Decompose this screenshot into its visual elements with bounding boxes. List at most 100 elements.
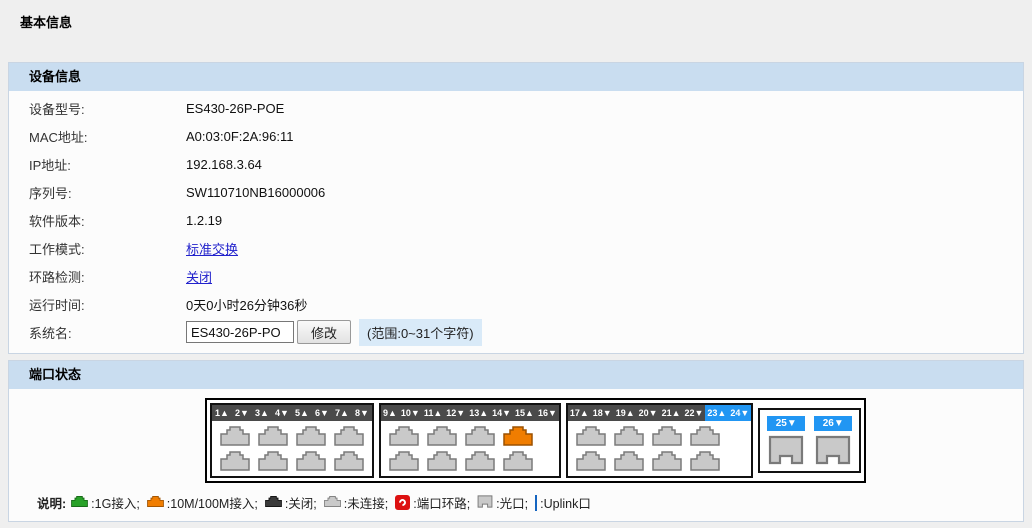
uptime-label: 运行时间: <box>29 295 186 314</box>
port-24-icon[interactable] <box>690 451 720 471</box>
serial-number-value: SW110710NB16000006 <box>186 185 325 200</box>
port-block-2: 9▲10▼11▲12▼13▲14▼15▲16▼ <box>379 403 561 478</box>
modify-button[interactable]: 修改 <box>297 320 351 344</box>
port-number-label-19: 19▲ <box>614 405 637 421</box>
serial-number-label: 序列号: <box>29 183 186 202</box>
port-loop-icon <box>395 495 410 510</box>
port-block-3: 17▲18▼19▲20▼21▲22▼23▲24▼ <box>566 403 753 478</box>
port-12-icon[interactable] <box>427 451 457 471</box>
loop-detect-link[interactable]: 关闭 <box>186 267 212 286</box>
row-system-name: 系统名: 修改 (范围:0~31个字符) <box>9 318 1023 346</box>
port-7-icon[interactable] <box>334 426 364 446</box>
legend-item-label: :端口环路; <box>413 493 470 512</box>
row-ip-address: IP地址: 192.168.3.64 <box>9 150 1023 178</box>
software-version-value: 1.2.19 <box>186 213 222 228</box>
row-serial-number: 序列号: SW110710NB16000006 <box>9 178 1023 206</box>
device-info-table: 设备型号: ES430-26P-POE MAC地址: A0:03:0F:2A:9… <box>9 91 1023 353</box>
port-number-label-2: 2▼ <box>232 405 252 421</box>
port-19-icon[interactable] <box>614 426 644 446</box>
port-25-icon[interactable] <box>768 435 804 465</box>
device-info-header: 设备信息 <box>9 63 1023 91</box>
legend-item: :光口; <box>477 493 528 512</box>
port-10-icon[interactable] <box>389 451 419 471</box>
port-4-icon[interactable] <box>258 451 288 471</box>
port-20-icon[interactable] <box>614 451 644 471</box>
optical-port-icon <box>477 495 493 511</box>
port-number-label-12: 12▼ <box>444 405 467 421</box>
port-number-label-7: 7▲ <box>332 405 352 421</box>
port-number-label-21: 21▲ <box>660 405 683 421</box>
row-software-version: 软件版本: 1.2.19 <box>9 206 1023 234</box>
port-legend: 说明: :1G接入;:10M/100M接入;:关闭;:未连接;:端口环路;:光口… <box>37 493 1023 521</box>
port-status-header: 端口状态 <box>9 361 1023 389</box>
port-number-label-23: 23▲ <box>705 405 728 421</box>
port-21-icon[interactable] <box>652 426 682 446</box>
port-16-icon[interactable] <box>503 451 533 471</box>
port-14-icon[interactable] <box>465 451 495 471</box>
loop-detect-label: 环路检测: <box>29 267 186 286</box>
system-name-range-hint: (范围:0~31个字符) <box>359 319 482 346</box>
port-number-label-26: 26▼ <box>814 416 852 431</box>
port-grid <box>381 421 559 476</box>
legend-item-label: :1G接入; <box>91 493 140 512</box>
work-mode-link[interactable]: 标准交换 <box>186 239 238 258</box>
legend-item: :10M/100M接入; <box>147 493 258 512</box>
port-22-icon[interactable] <box>652 451 682 471</box>
legend-item: :端口环路; <box>395 493 470 512</box>
port-number-label-16: 16▼ <box>536 405 559 421</box>
port-15-icon[interactable] <box>503 426 533 446</box>
port-number-label-11: 11▲ <box>422 405 444 421</box>
port-11-icon[interactable] <box>427 426 457 446</box>
ip-address-value: 192.168.3.64 <box>186 157 262 172</box>
port-number-label-1: 1▲ <box>212 405 232 421</box>
mac-address-label: MAC地址: <box>29 127 186 146</box>
software-version-label: 软件版本: <box>29 211 186 230</box>
device-model-label: 设备型号: <box>29 99 186 118</box>
port-number-label-8: 8▼ <box>352 405 372 421</box>
legend-prefix: 说明: <box>37 493 66 512</box>
row-device-model: 设备型号: ES430-26P-POE <box>9 94 1023 122</box>
port-1-icon[interactable] <box>220 426 250 446</box>
legend-item-label: :10M/100M接入; <box>167 493 258 512</box>
port-row-bottom <box>576 451 743 471</box>
port-number-label-14: 14▼ <box>490 405 513 421</box>
port-number-label-13: 13▲ <box>467 405 490 421</box>
port-row-bottom <box>220 451 364 471</box>
port-number-label-4: 4▼ <box>272 405 292 421</box>
port-13-icon[interactable] <box>465 426 495 446</box>
port-2-icon[interactable] <box>220 451 250 471</box>
port-number-label-15: 15▲ <box>513 405 536 421</box>
legend-item: :关闭; <box>265 493 317 512</box>
system-name-input[interactable] <box>186 321 294 343</box>
port-grid <box>568 421 751 476</box>
rj45-port-1g-icon <box>71 495 88 511</box>
port-status-section: 端口状态 1▲2▼3▲4▼5▲6▼7▲8▼9▲10▼11▲12▼13▲14▼15… <box>8 360 1024 522</box>
page-title: 基本信息 <box>0 0 1032 38</box>
port-23-icon[interactable] <box>690 426 720 446</box>
port-number-label-22: 22▼ <box>682 405 705 421</box>
content-area: 设备信息 设备型号: ES430-26P-POE MAC地址: A0:03:0F… <box>8 62 1024 522</box>
rj45-port-unconnected-icon <box>324 495 341 511</box>
port-18-icon[interactable] <box>576 451 606 471</box>
port-9-icon[interactable] <box>389 426 419 446</box>
port-number-label-6: 6▼ <box>312 405 332 421</box>
device-info-section: 设备信息 设备型号: ES430-26P-POE MAC地址: A0:03:0F… <box>8 62 1024 354</box>
uplink-port-icon <box>535 496 537 510</box>
port-26-icon[interactable] <box>815 435 851 465</box>
port-number-label-9: 9▲ <box>381 405 399 421</box>
port-block-header: 17▲18▼19▲20▼21▲22▼23▲24▼ <box>568 405 751 421</box>
legend-item-label: :关闭; <box>285 493 317 512</box>
port-number-label-17: 17▲ <box>568 405 591 421</box>
port-area: 1▲2▼3▲4▼5▲6▼7▲8▼9▲10▼11▲12▼13▲14▼15▲16▼1… <box>9 389 1023 483</box>
port-6-icon[interactable] <box>296 451 326 471</box>
port-number-label-24: 24▼ <box>728 405 751 421</box>
legend-item: :1G接入; <box>71 493 140 512</box>
port-block-header: 9▲10▼11▲12▼13▲14▼15▲16▼ <box>381 405 559 421</box>
port-3-icon[interactable] <box>258 426 288 446</box>
port-5-icon[interactable] <box>296 426 326 446</box>
port-row-top <box>220 426 364 446</box>
port-17-icon[interactable] <box>576 426 606 446</box>
port-8-icon[interactable] <box>334 451 364 471</box>
sfp-port-column-25: 25▼ <box>767 416 805 465</box>
row-work-mode: 工作模式: 标准交换 <box>9 234 1023 262</box>
